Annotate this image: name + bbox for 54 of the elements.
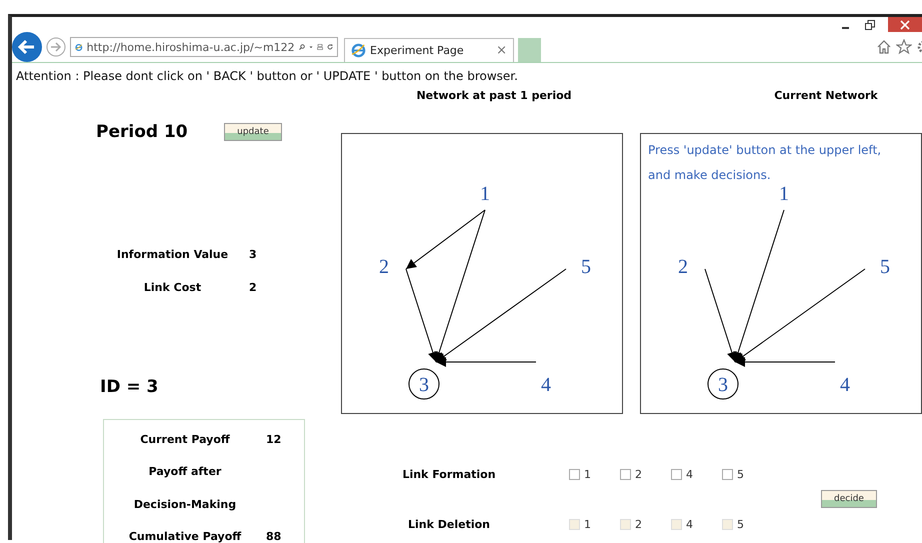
browser-tab[interactable]: Experiment Page × (344, 38, 514, 62)
period-heading: Period 10 (96, 122, 189, 142)
payoff-label: Decision-Making (132, 498, 238, 511)
decide-button[interactable]: decide (821, 490, 877, 508)
id-heading: ID = 3 (99, 377, 160, 399)
node-label: 2 (379, 256, 389, 278)
node-label: 1 (779, 183, 789, 205)
update-button[interactable]: update (224, 123, 282, 141)
decision-label: Link Formation (401, 468, 497, 480)
checkbox-label: 4 (686, 468, 693, 480)
parameter-label: Information Value (116, 248, 230, 261)
checkbox-label: 2 (635, 468, 642, 480)
network-title: Network at past 1 period (416, 89, 572, 103)
node-label: 3 (419, 374, 429, 396)
checkbox-label: 1 (584, 468, 591, 480)
node-label: 4 (541, 374, 551, 396)
parameter-value: 2 (249, 281, 257, 294)
back-icon[interactable] (12, 32, 42, 62)
network-title: Current Network (774, 89, 878, 103)
node-label: 2 (678, 256, 688, 278)
settings-icon[interactable] (916, 39, 922, 55)
node-label: 4 (840, 374, 850, 396)
checkbox[interactable] (722, 468, 733, 480)
decision-label: Link Deletion (407, 518, 491, 530)
tab-close-button[interactable]: × (496, 43, 507, 58)
tab-title: Experiment Page (370, 44, 465, 57)
payoff-value: 12 (266, 432, 282, 446)
node-label: 5 (880, 256, 890, 278)
restore-icon[interactable] (864, 18, 876, 30)
instruction-text: Press 'update' button at the upper left, and make decisions. (648, 142, 882, 184)
payoff-label: Payoff after (148, 465, 222, 478)
checkbox[interactable] (671, 468, 682, 480)
node-label: 5 (581, 256, 591, 278)
node-label: 3 (718, 374, 728, 396)
checkbox[interactable] (569, 468, 580, 480)
parameter-value: 3 (249, 248, 257, 261)
forward-icon[interactable] (46, 37, 66, 57)
home-icon[interactable] (876, 39, 892, 55)
payoff-label: Current Payoff (139, 432, 231, 446)
checkbox-label: 4 (686, 518, 693, 530)
payoff-label: Cumulative Payoff (128, 530, 242, 543)
checkbox-label: 2 (635, 518, 642, 530)
star-icon[interactable] (896, 39, 912, 55)
parameter-label: Link Cost (142, 281, 202, 294)
address-bar[interactable]: http://home.hiroshima-u.ac.jp/~m122 (70, 37, 338, 57)
checkbox-label: 1 (584, 518, 591, 530)
close-icon[interactable] (888, 17, 922, 32)
notice-text: Attention : Please dont click on ' BACK ' button or ' UPDATE ' button on the browser. (16, 69, 519, 85)
payoff-value: 88 (266, 530, 282, 543)
browser-icon (351, 43, 366, 58)
checkbox[interactable] (620, 468, 631, 480)
checkbox-label: 5 (737, 468, 744, 480)
checkbox-label: 5 (737, 518, 744, 530)
node-label: 1 (480, 183, 490, 205)
